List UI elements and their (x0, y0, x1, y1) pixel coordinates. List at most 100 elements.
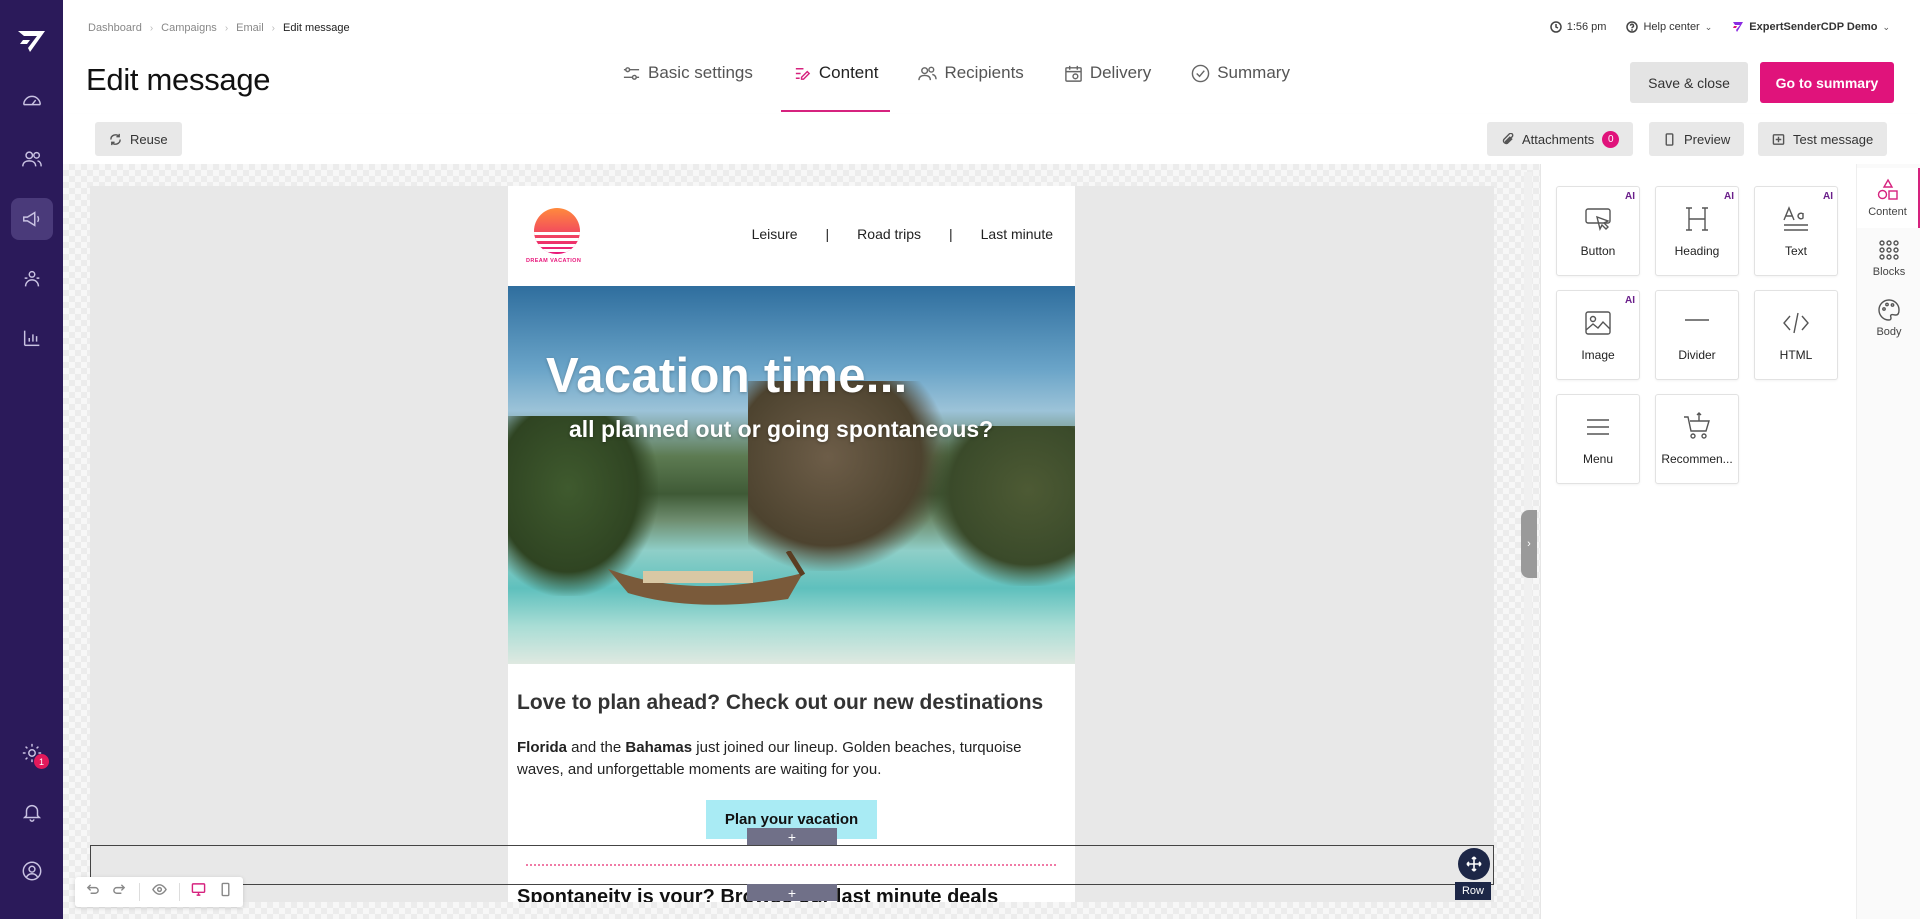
tile-label: HTML (1779, 348, 1813, 362)
breadcrumb-campaigns[interactable]: Campaigns (161, 22, 217, 34)
tile-menu[interactable]: Menu (1556, 394, 1640, 484)
attachments-button[interactable]: Attachments 0 (1487, 122, 1634, 156)
test-message-button[interactable]: Test message (1758, 122, 1888, 156)
reuse-button[interactable]: Reuse (95, 122, 182, 156)
tile-image[interactable]: AI Image (1556, 290, 1640, 380)
undo-icon (86, 884, 99, 894)
brand-logo[interactable]: DREAM VACATION (526, 208, 586, 266)
menu-icon (1587, 419, 1609, 435)
settings-icon[interactable]: 1 (11, 732, 53, 774)
tab-delivery[interactable]: Delivery (1052, 58, 1163, 112)
tile-text[interactable]: AI Text (1754, 186, 1838, 276)
hero-title: Vacation time... (546, 349, 908, 403)
analytics-icon[interactable] (11, 317, 53, 359)
menu-item-last-minute[interactable]: Last minute (981, 226, 1053, 242)
current-time: 1:56 pm (1566, 21, 1607, 33)
desktop-view-button[interactable] (191, 882, 206, 902)
campaigns-icon[interactable] (11, 198, 53, 240)
shapes-icon (1877, 178, 1898, 200)
text-icon (1783, 206, 1808, 231)
menu-item-leisure[interactable]: Leisure (752, 226, 798, 242)
add-row-below-button[interactable]: + (747, 884, 837, 901)
chevron-right-icon: › (149, 22, 154, 34)
tab-basic-settings[interactable]: Basic settings (610, 58, 765, 112)
go-to-summary-button[interactable]: Go to summary (1760, 62, 1894, 103)
phone-icon (1665, 132, 1674, 146)
row-label: Row (1455, 882, 1491, 900)
panel-tab-label: Content (1868, 206, 1907, 218)
undo-button[interactable] (85, 882, 100, 902)
user-icon[interactable] (11, 850, 53, 892)
clock: 1:56 pm (1549, 21, 1607, 33)
tile-divider[interactable]: Divider (1655, 290, 1739, 380)
hero-image[interactable]: Vacation time... all planned out or goin… (508, 286, 1075, 664)
preview-eye-button[interactable] (151, 882, 167, 902)
tile-label: Recommen... (1661, 452, 1733, 466)
menu-separator: | (948, 226, 953, 242)
ai-badge: AI (1625, 295, 1635, 306)
paragraph-bold-florida: Florida (517, 739, 568, 756)
section-heading[interactable]: Love to plan ahead? Check out our new de… (517, 691, 1043, 715)
left-sidebar: 1 (0, 0, 63, 919)
add-row-above-button[interactable]: + (747, 828, 837, 845)
save-close-button[interactable]: Save & close (1630, 62, 1748, 103)
tile-label: Heading (1674, 244, 1720, 258)
menu-separator: | (825, 226, 830, 242)
clock-icon (1549, 21, 1562, 33)
account-switcher[interactable]: ExpertSenderCDP Demo ⌄ (1732, 21, 1890, 33)
ai-badge: AI (1625, 191, 1635, 202)
breadcrumb-dashboard[interactable]: Dashboard (88, 22, 142, 34)
redo-button[interactable] (112, 882, 127, 902)
editor-toolbar: Reuse Attachments 0 Preview Test message (63, 114, 1920, 164)
automation-icon[interactable] (11, 258, 53, 300)
help-center-menu[interactable]: Help center ⌄ (1626, 21, 1712, 33)
panel-tab-body[interactable]: Body (1857, 288, 1920, 348)
code-icon (1783, 312, 1809, 334)
tab-summary[interactable]: Summary (1179, 58, 1302, 112)
help-icon (1626, 21, 1639, 33)
tab-recipients[interactable]: Recipients (906, 58, 1035, 112)
tile-recommendations[interactable]: Recommen... (1655, 394, 1739, 484)
edit-icon (795, 67, 811, 80)
tile-label: Text (1784, 244, 1807, 258)
breadcrumb: Dashboard › Campaigns › Email › Edit mes… (88, 22, 350, 34)
cart-icon (1684, 412, 1710, 439)
users-icon (918, 66, 938, 80)
panel-tab-blocks[interactable]: Blocks (1857, 228, 1920, 288)
tile-heading[interactable]: AI Heading (1655, 186, 1739, 276)
tile-html[interactable]: HTML (1754, 290, 1838, 380)
settings-badge: 1 (34, 754, 49, 769)
panel-tab-content[interactable]: Content (1857, 168, 1920, 228)
move-row-button[interactable] (1458, 848, 1490, 880)
image-icon (1585, 311, 1611, 335)
move-icon (1466, 856, 1482, 872)
preview-button[interactable]: Preview (1649, 122, 1745, 156)
tab-content[interactable]: Content (780, 58, 891, 112)
section-paragraph[interactable]: Florida and the Bahamas just joined our … (517, 737, 1065, 781)
brand-name: DREAM VACATION (526, 258, 582, 264)
tile-label: Menu (1582, 452, 1614, 466)
collapse-panel-handle[interactable]: › (1521, 510, 1537, 578)
mobile-icon (221, 882, 230, 897)
contacts-icon[interactable] (11, 138, 53, 180)
redo-icon (113, 884, 126, 894)
calendar-icon (1065, 65, 1082, 82)
page-title: Edit message (86, 62, 271, 97)
app-logo[interactable] (16, 28, 47, 54)
paperclip-icon (1502, 132, 1514, 144)
dashboard-icon[interactable] (11, 80, 53, 122)
header-right: 1:56 pm Help center ⌄ ExpertSenderCDP De… (1549, 21, 1890, 33)
refresh-icon (110, 133, 121, 145)
breadcrumb-email[interactable]: Email (236, 22, 264, 34)
paragraph-bold-bahamas: Bahamas (625, 739, 693, 756)
preview-label: Preview (1684, 131, 1731, 147)
paragraph-text: and the (567, 739, 626, 756)
bell-icon[interactable] (11, 791, 53, 833)
panel-tabs: Content Blocks Body (1856, 164, 1920, 919)
mobile-view-button[interactable] (218, 882, 233, 902)
menu-item-road-trips[interactable]: Road trips (857, 226, 921, 242)
selected-row-outline[interactable] (90, 845, 1494, 885)
test-message-icon (1772, 133, 1785, 145)
tile-button[interactable]: AI Button (1556, 186, 1640, 276)
ai-badge: AI (1823, 191, 1833, 202)
